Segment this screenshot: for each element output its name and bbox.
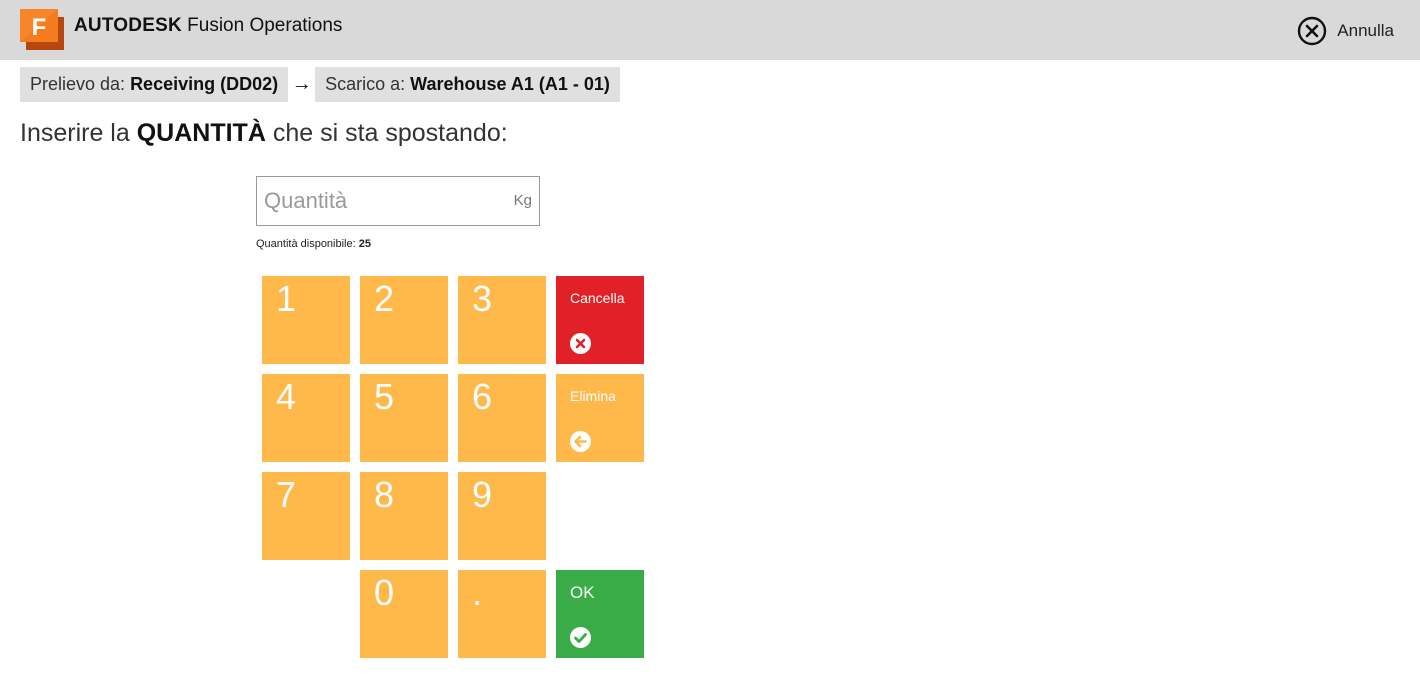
key-4[interactable]: 4 [262, 374, 350, 462]
key-3[interactable]: 3 [458, 276, 546, 364]
key-digit: 0 [374, 572, 395, 613]
destination-chip: Scarico a: Warehouse A1 (A1 - 01) [315, 67, 620, 102]
check-circle-icon [570, 627, 591, 648]
source-chip: Prelievo da: Receiving (DD02) [20, 67, 289, 102]
brand-title: AUTODESK Fusion Operations [74, 15, 342, 37]
key-digit: 9 [472, 474, 493, 515]
app-header: F AUTODESK Fusion Operations Annulla [0, 0, 1420, 60]
key-1[interactable]: 1 [262, 276, 350, 364]
key-digit: 8 [374, 474, 395, 515]
cancel-button[interactable]: Annulla [1297, 16, 1394, 46]
logo-letter: F [32, 14, 47, 41]
available-quantity: Quantità disponibile: 25 [256, 238, 371, 250]
destination-prefix: Scarico a: [325, 74, 411, 94]
key-digit: 3 [472, 278, 493, 319]
destination-location: Warehouse A1 (A1 - 01) [410, 74, 610, 94]
key-digit: . [472, 572, 483, 613]
transfer-route: Prelievo da: Receiving (DD02) → Scarico … [20, 67, 620, 102]
source-location: Receiving (DD02) [130, 74, 279, 94]
delete-label: Elimina [570, 388, 616, 404]
arrow-left-circle-icon [570, 431, 591, 452]
key-decimal[interactable]: . [458, 570, 546, 658]
ok-button[interactable]: OK [556, 570, 644, 658]
key-6[interactable]: 6 [458, 374, 546, 462]
key-digit: 4 [276, 376, 297, 417]
key-digit: 7 [276, 474, 297, 515]
key-7[interactable]: 7 [262, 472, 350, 560]
fusion-logo-icon: F [20, 9, 64, 50]
brand-product: Fusion Operations [181, 15, 343, 36]
cancel-label: Annulla [1337, 21, 1394, 40]
close-circle-icon [570, 333, 591, 354]
delete-button[interactable]: Elimina [556, 374, 644, 462]
source-prefix: Prelievo da: [30, 74, 131, 94]
prompt-bold: QUANTITÀ [136, 119, 266, 147]
unit-label: Kg [513, 192, 532, 209]
page-title: Inserire la QUANTITÀ che si sta spostand… [20, 119, 508, 148]
quantity-field: Kg [256, 176, 540, 226]
brand-company: AUTODESK [74, 15, 182, 36]
available-value: 25 [358, 238, 371, 250]
clear-label: Cancella [570, 290, 625, 306]
key-digit: 2 [374, 278, 395, 319]
clear-button[interactable]: Cancella [556, 276, 644, 364]
key-8[interactable]: 8 [360, 472, 448, 560]
route-arrow-icon: → [291, 73, 312, 95]
key-5[interactable]: 5 [360, 374, 448, 462]
key-9[interactable]: 9 [458, 472, 546, 560]
key-2[interactable]: 2 [360, 276, 448, 364]
quantity-input[interactable] [257, 177, 497, 225]
ok-label: OK [570, 583, 595, 602]
key-0[interactable]: 0 [360, 570, 448, 658]
prompt-after: che si sta spostando: [265, 119, 508, 147]
close-circle-icon [1298, 16, 1327, 46]
key-digit: 1 [276, 278, 297, 319]
key-digit: 6 [472, 376, 493, 417]
available-label: Quantità disponibile: [256, 238, 359, 250]
key-digit: 5 [374, 376, 395, 417]
prompt-before: Inserire la [20, 119, 137, 147]
